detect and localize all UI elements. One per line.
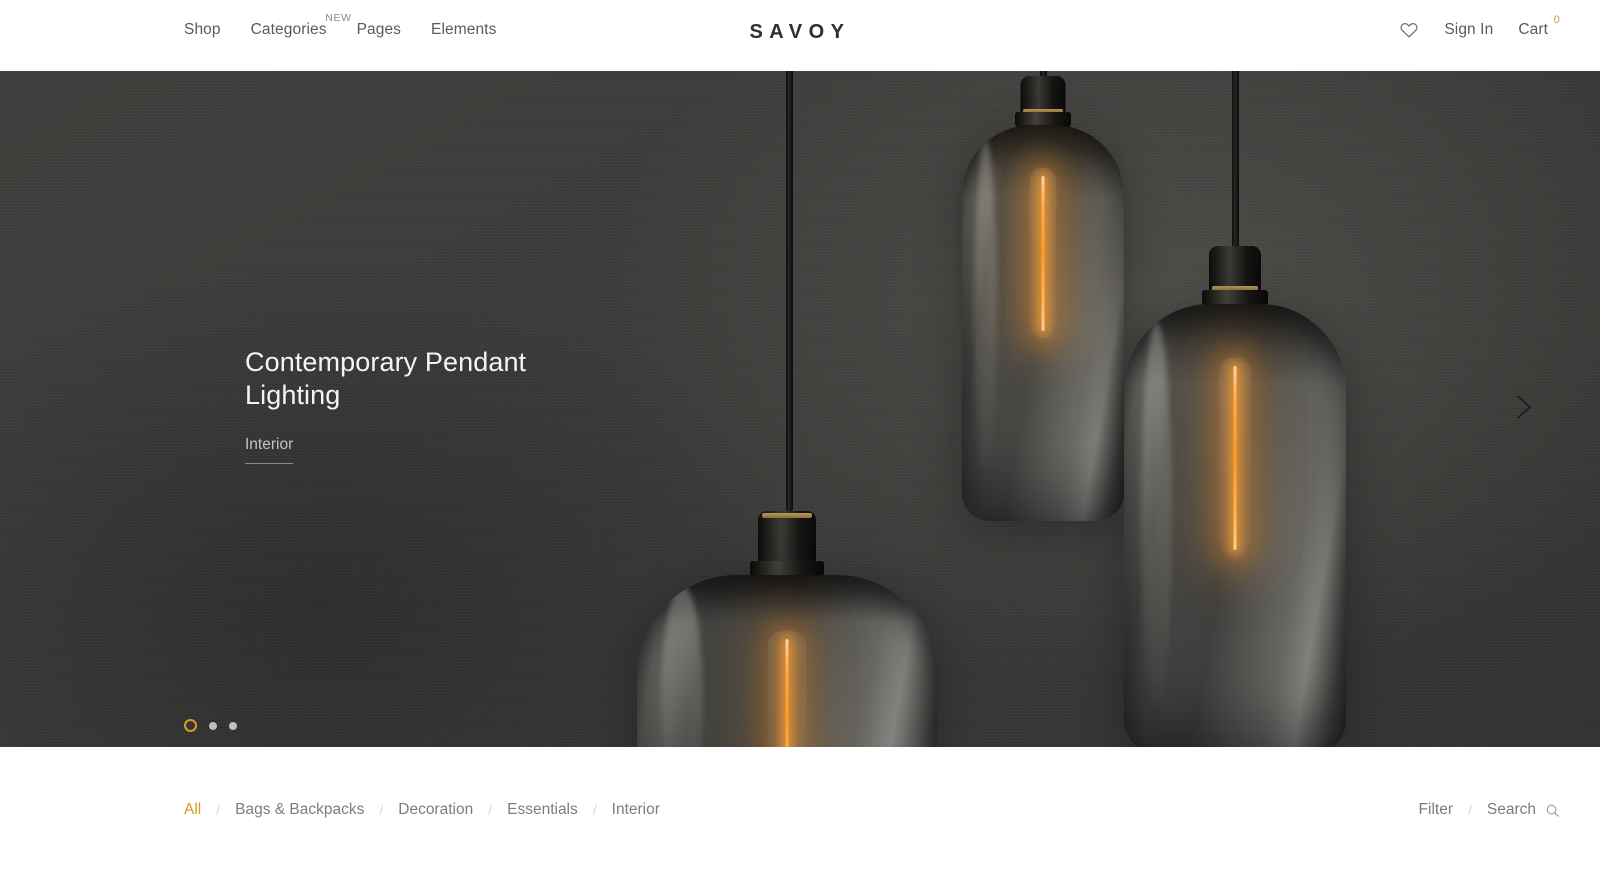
cart-count-badge: 0	[1553, 13, 1560, 26]
filter-search-actions: Filter / Search	[1419, 801, 1560, 819]
heart-icon[interactable]	[1399, 20, 1419, 40]
hero-title: Contemporary Pendant Lighting	[245, 347, 527, 410]
filter-category-bags-backpacks[interactable]: Bags & Backpacks	[235, 801, 364, 819]
lamp-filament	[1041, 176, 1044, 331]
sign-in-label: Sign In	[1444, 20, 1494, 38]
carousel-dot-1[interactable]	[184, 719, 197, 732]
lamp-filament	[785, 639, 788, 747]
filter-category-all[interactable]: All	[184, 801, 201, 819]
header-actions: Sign In Cart 0	[1399, 14, 1560, 40]
nav-item-elements[interactable]: Elements	[431, 21, 496, 39]
hero-content: Contemporary Pendant Lighting Interior	[245, 346, 575, 464]
cart-link[interactable]: Cart 0	[1518, 14, 1560, 39]
hero-carousel: Contemporary Pendant Lighting Interior	[0, 71, 1600, 747]
category-filters: All / Bags & Backpacks / Decoration / Es…	[184, 801, 660, 819]
filter-category-interior[interactable]: Interior	[612, 801, 660, 819]
carousel-dot-2[interactable]	[209, 721, 217, 730]
lamp-glass-rim	[636, 575, 937, 622]
pendant-lamp-shape	[960, 76, 1125, 521]
filter-category-decoration[interactable]: Decoration	[398, 801, 473, 819]
carousel-dots	[184, 719, 237, 732]
site-header: Shop Categories NEW Pages Elements SAVOY…	[0, 0, 1600, 71]
nav-item-categories-label: Categories	[250, 21, 327, 38]
lamp-collar	[1201, 290, 1268, 305]
filter-separator: /	[216, 802, 221, 818]
filter-separator: /	[488, 802, 493, 818]
lamp-cord	[786, 71, 793, 511]
nav-item-pages-label: Pages	[356, 21, 402, 38]
lamp-collar	[749, 561, 824, 576]
product-filter-bar: All / Bags & Backpacks / Decoration / Es…	[0, 747, 1600, 873]
search-button[interactable]: Search	[1487, 801, 1536, 819]
lamp-cord	[1232, 71, 1239, 251]
carousel-dot-3[interactable]	[229, 721, 237, 730]
filter-separator: /	[379, 802, 384, 818]
main-navigation: Shop Categories NEW Pages Elements	[184, 12, 496, 39]
pendant-lamp-shape	[634, 511, 939, 747]
magnifier-icon[interactable]	[1545, 803, 1560, 818]
nav-item-elements-label: Elements	[431, 21, 497, 38]
nav-item-categories[interactable]: Categories NEW	[250, 12, 351, 39]
hero-subtitle-link[interactable]: Interior	[245, 436, 294, 464]
filter-category-essentials[interactable]: Essentials	[507, 801, 578, 819]
filter-separator: /	[592, 802, 597, 818]
pendant-lamp-shape	[1122, 246, 1347, 747]
filter-separator: /	[1467, 802, 1472, 818]
carousel-next-button[interactable]	[1499, 386, 1545, 432]
brand-logo-text[interactable]: SAVOY	[749, 21, 850, 43]
cart-label: Cart	[1518, 20, 1548, 38]
new-badge: NEW	[325, 12, 352, 24]
nav-item-pages[interactable]: Pages	[357, 21, 401, 39]
nav-item-shop-label: Shop	[184, 21, 221, 38]
sign-in-link[interactable]: Sign In	[1444, 21, 1493, 39]
lamp-brass-ring	[761, 513, 812, 518]
chevron-right-icon	[1506, 391, 1538, 428]
filter-button[interactable]: Filter	[1419, 801, 1453, 819]
nav-item-shop[interactable]: Shop	[184, 21, 221, 39]
lamp-filament	[1233, 366, 1236, 550]
